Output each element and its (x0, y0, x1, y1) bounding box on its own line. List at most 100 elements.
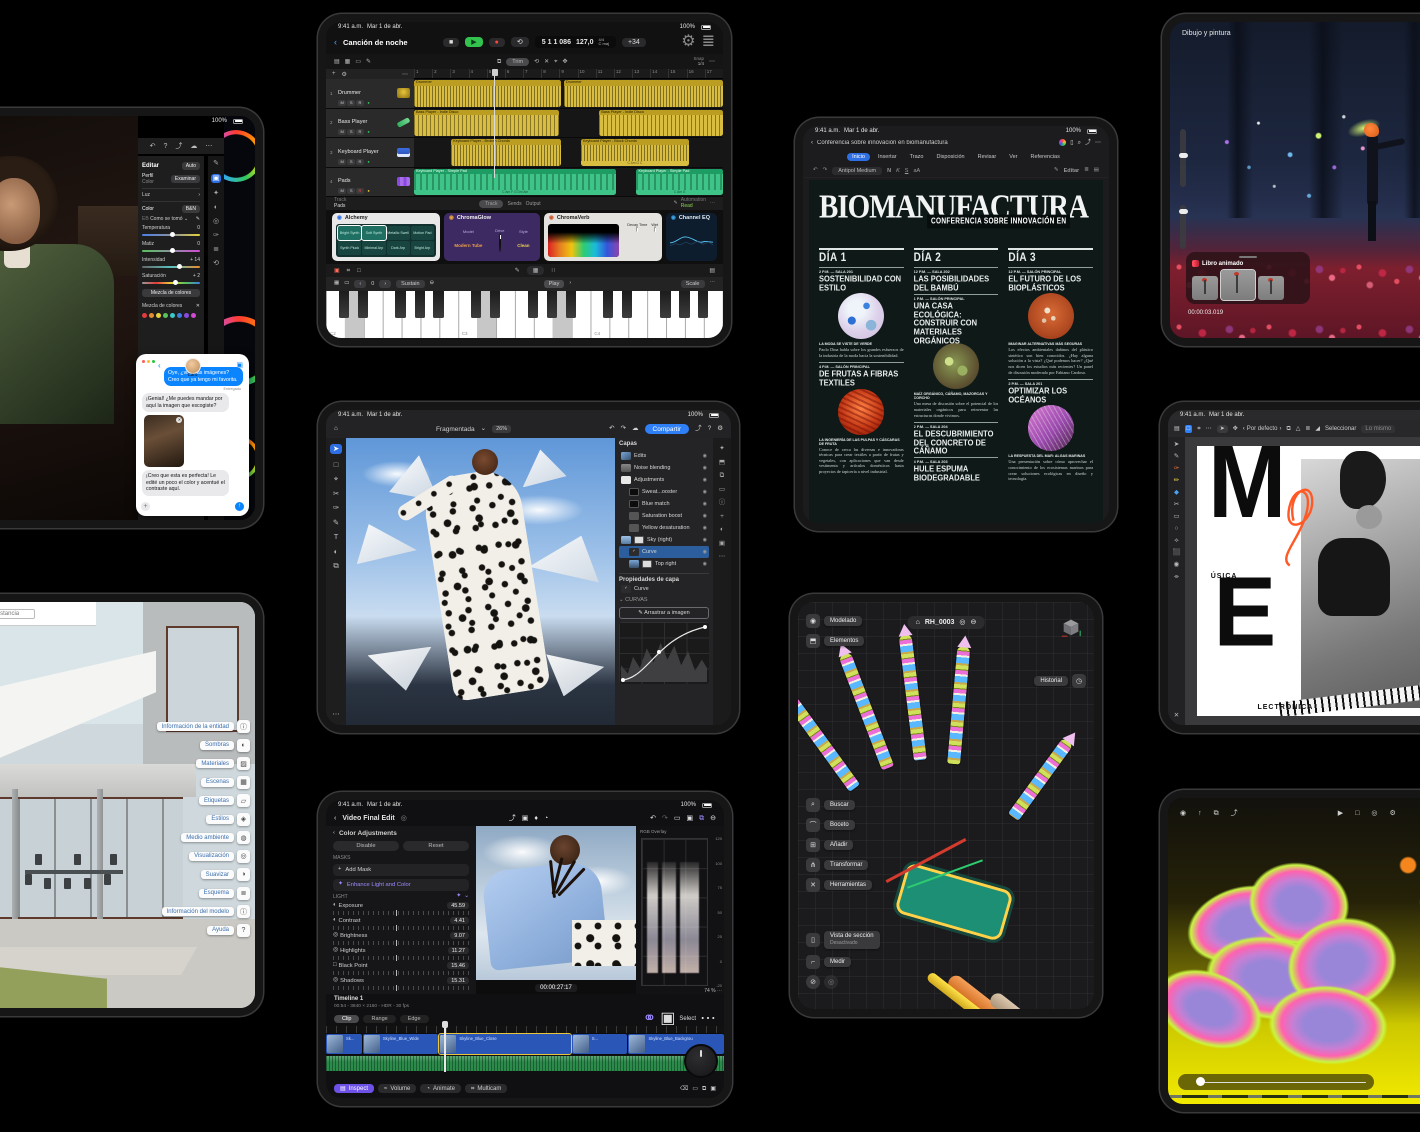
help-icon[interactable]: ? (237, 923, 250, 937)
btn-help[interactable]: Ayuda (207, 925, 234, 935)
track-row-pads[interactable]: 4 Pads M S R ● Keyboard Player - Simple Pad… (326, 167, 723, 197)
more-icon[interactable]: ⋯ (709, 59, 715, 65)
export-icon[interactable]: ⤴ (695, 425, 702, 433)
color-mix-button[interactable]: Mezcla de colores (142, 289, 200, 297)
keyboard-icon[interactable]: ▤ (709, 268, 715, 274)
frame-thumb-current[interactable] (1220, 269, 1256, 301)
import-icon[interactable]: ⤴ (509, 815, 516, 822)
tab-output[interactable]: Output (526, 201, 541, 207)
lcd-display[interactable]: 5 1 1 086 127,0 4/4 C maj (534, 35, 616, 49)
select-label[interactable]: Seleccionar (1325, 426, 1356, 432)
settings-icon[interactable]: ⚙ (681, 34, 695, 50)
shape-tool-icon[interactable]: ▭ (1173, 513, 1179, 521)
share-icon[interactable]: ⤴ (175, 143, 182, 150)
layer-row[interactable]: Top right ◉ (619, 558, 709, 570)
more-icon[interactable]: ⋯ (402, 71, 408, 78)
curves-section-label[interactable]: ⌄ CURVAS (619, 597, 709, 604)
preset-selector[interactable]: Por defecto (1247, 426, 1278, 432)
flip-icon[interactable]: △ (1296, 426, 1301, 432)
track-settings-icon[interactable]: ⚙ (342, 71, 347, 78)
btn-display[interactable]: Visualización (189, 851, 234, 861)
type-tool-icon[interactable]: T (334, 533, 339, 541)
tab-clip[interactable]: Clip (334, 1014, 360, 1023)
track-row-keyboard[interactable]: 3 Keyboard Player M S R ● Keyboard Player -… (326, 138, 723, 168)
help-icon[interactable]: ? (708, 425, 712, 433)
insert-icon[interactable]: ⧉ (702, 1086, 706, 1092)
saturation-slider[interactable] (142, 280, 200, 285)
transform-button[interactable]: Transformar (824, 860, 869, 870)
sketch-button[interactable]: Boceto (824, 820, 855, 830)
search-icon[interactable]: ⌕ (806, 798, 820, 812)
timeline-clip-selected[interactable]: Skyline_Blue_Close (438, 1033, 572, 1055)
btn-model-info[interactable]: Información del modelo (161, 907, 234, 916)
colorwheel-icon[interactable] (1059, 139, 1067, 146)
timeline-playhead[interactable] (442, 1021, 447, 1072)
playhead[interactable] (491, 69, 498, 178)
share-button[interactable]: Compartir (644, 424, 690, 434)
grid-icon[interactable]: ⌗ (347, 268, 350, 274)
editor-view-icon[interactable]: ▦ (345, 59, 351, 65)
camera-icon[interactable]: ◎ (1371, 810, 1377, 817)
persona-icon[interactable]: □ (1184, 424, 1193, 433)
device-icon[interactable]: ▯ (1070, 140, 1073, 146)
layer-row[interactable]: Edits ◉ (619, 450, 709, 462)
plus-button[interactable]: + (141, 502, 150, 511)
slider-contrast[interactable]: ◐ Contrast 4.41 (333, 917, 469, 931)
visibility-icon[interactable]: ◉ (703, 453, 707, 459)
faders-icon[interactable]: ∷ (551, 268, 555, 274)
automation-pencil-icon[interactable]: ✎ (674, 201, 678, 206)
region-bass[interactable]: Bass Player - Indie Disco (599, 109, 723, 136)
elements-icon[interactable]: ⬒ (806, 634, 820, 648)
overwrite-icon[interactable]: ▣ (660, 1010, 675, 1027)
layer-row[interactable]: Saturation boost ◉ (619, 510, 709, 522)
plugin-channeleq[interactable]: ◉ Channel EQ (666, 213, 717, 261)
region-keyboard[interactable]: Keyboard Player - Block Chords C Am G C (580, 139, 689, 166)
record-enable-button[interactable]: R (356, 158, 364, 165)
btn-outliner[interactable]: Esquema (198, 888, 234, 898)
underline-button[interactable]: S (905, 168, 909, 174)
facetime-icon[interactable]: ▣ (236, 362, 243, 369)
layers-panel-icon[interactable]: ⧉ (720, 472, 725, 480)
shapes-tool-icon[interactable]: ⧉ (333, 562, 338, 570)
btn-environment[interactable]: Medio ambiente (181, 833, 234, 842)
adjust-icon[interactable]: ⬒ (719, 459, 725, 467)
wet-knob[interactable] (653, 226, 656, 232)
transform-icon[interactable]: ⧉ (1286, 426, 1290, 432)
alchemy-presets[interactable]: Bright Synth Soft Synth Metallic Swell Moti… (336, 224, 436, 257)
measure-button[interactable]: Medir (824, 957, 852, 967)
region-keyboard[interactable]: Keyboard Player - Broken Chords (451, 139, 561, 166)
orient-icon[interactable]: ◎ (824, 975, 838, 989)
close-tool-icon[interactable]: ✕ (1174, 712, 1179, 720)
home-icon[interactable]: ⌂ (334, 425, 338, 433)
layers-icon[interactable]: ⧉ (1214, 810, 1219, 817)
close-icon[interactable]: ✕ (176, 417, 182, 423)
eyedropper-icon[interactable]: ✎ (196, 216, 200, 222)
more-icon[interactable]: ⋯ (717, 988, 722, 994)
count-in-badge[interactable]: +34 (621, 37, 646, 47)
sync-icon[interactable]: ◎ (959, 619, 965, 626)
pen-tool-icon[interactable]: ⟡ (1174, 537, 1178, 545)
grid-icon[interactable]: ⌗ (1197, 426, 1200, 432)
node-tool-icon[interactable]: ✎ (1174, 453, 1179, 461)
edit-pencil-icon[interactable]: ✎ (1054, 167, 1059, 174)
mute-button[interactable]: M (338, 188, 347, 195)
measure-icon[interactable]: ⌐ (806, 955, 820, 969)
elements-button[interactable]: Elementos (824, 636, 865, 646)
redo-icon[interactable]: ↷ (823, 167, 828, 174)
overwrite-edit-icon[interactable]: ▣ (710, 1086, 716, 1092)
tab-sends[interactable]: Sends (507, 201, 521, 207)
btn-entity-info[interactable]: Información de la entidad (156, 722, 234, 731)
browser-icon[interactable]: ▭ (355, 59, 361, 65)
timer-icon[interactable]: ◔ (544, 815, 548, 822)
btn-styles[interactable]: Estilos (206, 814, 234, 824)
isolate-icon[interactable]: ⊘ (806, 975, 820, 989)
timeline-clip[interactable]: Sk... (326, 1034, 362, 1054)
scale-button[interactable]: Scale (680, 280, 705, 288)
select-button[interactable]: Select (679, 1016, 696, 1022)
track-row-bass[interactable]: 2 Bass Player M S R ● Bass Player - Indie D… (326, 108, 723, 138)
solo-button[interactable]: S (347, 158, 356, 165)
audio-track[interactable] (326, 1056, 724, 1071)
btn-tags[interactable]: Etiquetas (198, 796, 234, 805)
temperature-slider[interactable] (142, 232, 200, 237)
more-icon[interactable]: ⋯ (710, 201, 715, 206)
